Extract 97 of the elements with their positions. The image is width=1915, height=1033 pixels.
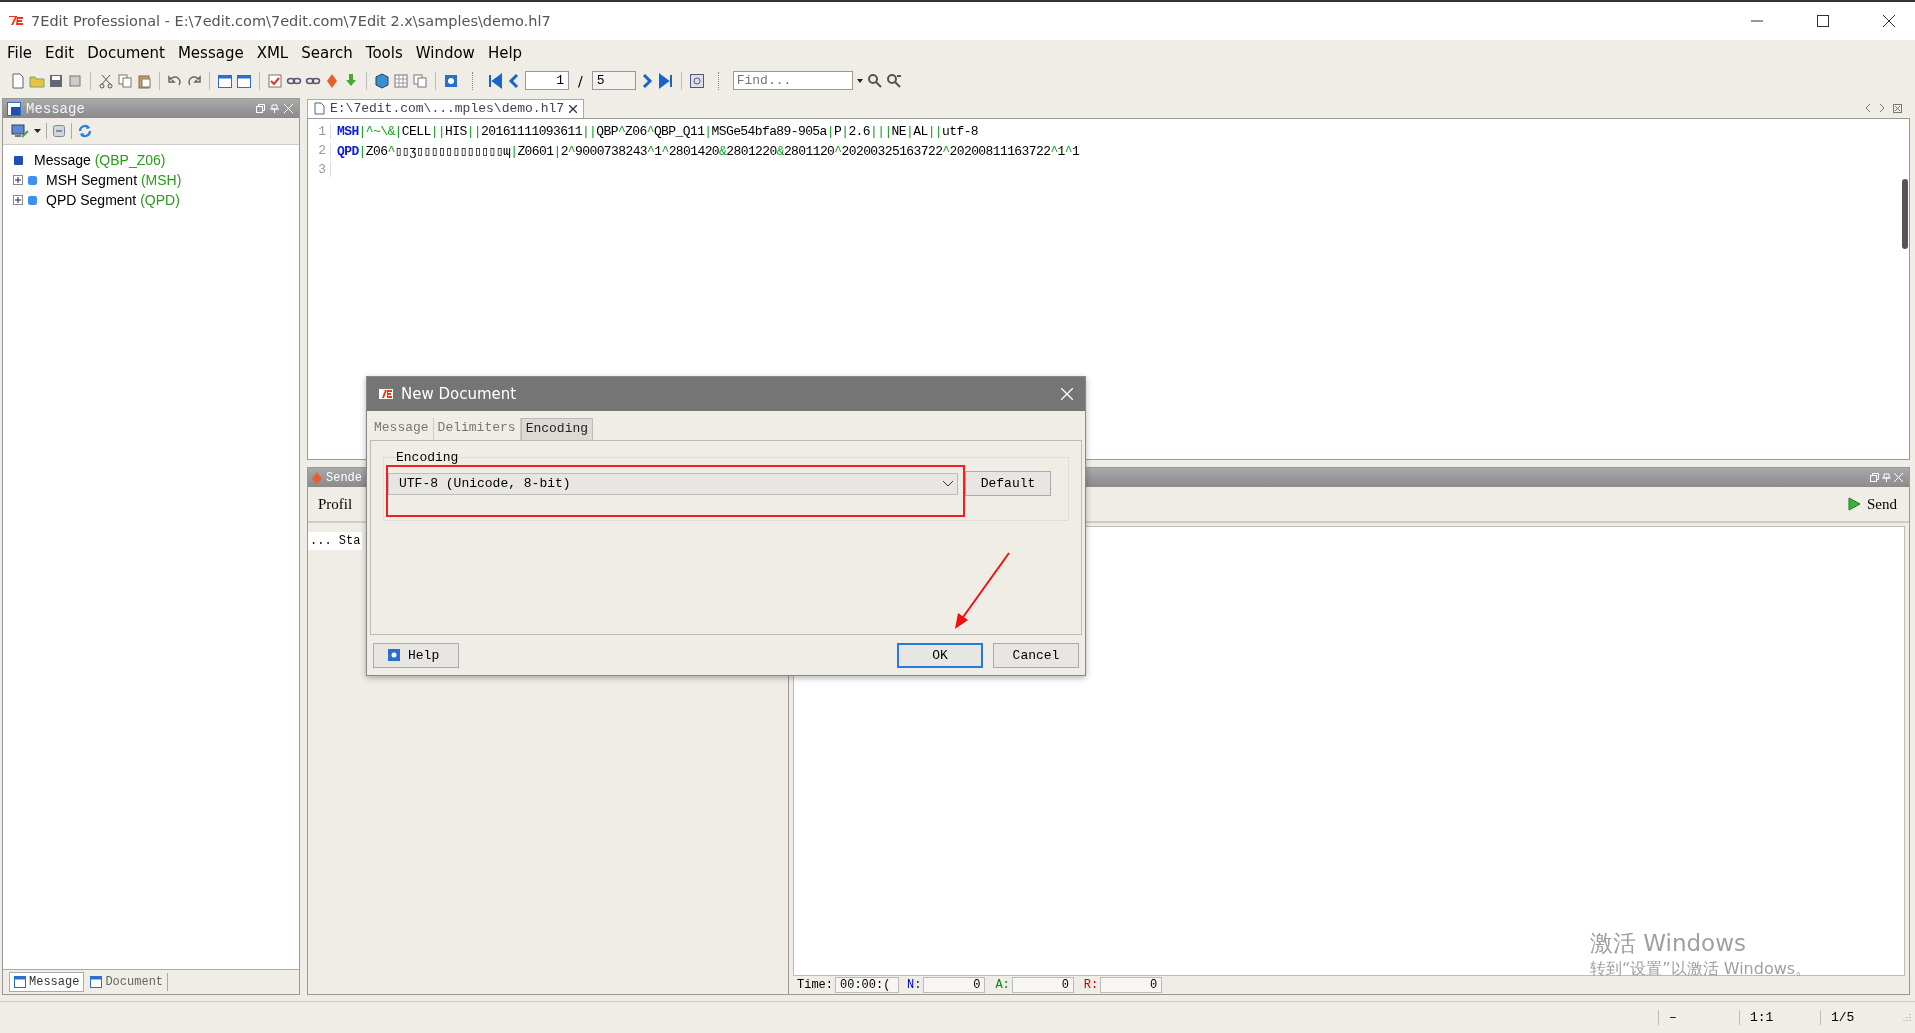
send-button[interactable]: Send <box>1846 493 1899 515</box>
group-label: Encoding <box>396 450 459 465</box>
search-next-icon[interactable] <box>885 72 902 89</box>
paste-icon[interactable] <box>136 72 152 89</box>
menu-item[interactable]: File <box>2 44 41 62</box>
counter-value: 00:00:( <box>835 977 899 993</box>
close-icon[interactable] <box>569 104 578 113</box>
ok-button[interactable]: OK <box>897 642 983 668</box>
window-icon[interactable] <box>236 72 252 89</box>
cube-icon[interactable] <box>374 72 390 89</box>
help-icon[interactable] <box>443 72 459 89</box>
dialog-tab[interactable]: Delimiters <box>433 418 521 440</box>
segment-node-icon <box>28 175 37 185</box>
menu-item[interactable]: Help <box>482 44 531 62</box>
counter-value: 0 <box>1100 977 1163 993</box>
save-icon[interactable] <box>48 72 64 89</box>
counter-label: R: <box>1083 978 1099 992</box>
counter-value: 0 <box>923 977 986 993</box>
line-number: 3 <box>308 162 331 177</box>
tree-item[interactable]: QPD Segment (QPD) <box>46 192 180 208</box>
collapse-icon[interactable] <box>52 124 66 138</box>
tree-item[interactable]: MSH Segment (MSH) <box>46 172 182 188</box>
log-text: ... Sta <box>308 532 363 550</box>
last-page-icon[interactable] <box>657 72 674 89</box>
line-number: 1 <box>308 124 331 139</box>
dialog-title: New Document <box>401 385 517 403</box>
cancel-button[interactable]: Cancel <box>993 642 1079 668</box>
restore-icon[interactable] <box>1870 473 1879 482</box>
message-panel-icon <box>7 101 21 116</box>
expand-icon[interactable] <box>13 174 24 186</box>
copy-icon[interactable] <box>412 72 428 89</box>
play-icon <box>1848 497 1861 511</box>
menu-item[interactable]: Window <box>410 44 483 62</box>
profile-label: Profil <box>318 495 353 513</box>
close-icon[interactable] <box>1883 15 1895 27</box>
counter-label: N: <box>907 978 922 992</box>
code-line: QPD|Z06^▯▯ʒ▯▯▯▯▯▯▯▯▯▯▯▯ɰ|Z0601|2^9000738243^1^2801420&2801220&2801120^20200325163722^20200811163722^1^1 <box>337 142 1080 159</box>
counter-label: Time: <box>797 978 833 992</box>
file-tab[interactable]: E:\7edit.com\...mples\demo.hl7 <box>307 98 585 118</box>
maximize-icon[interactable] <box>1817 15 1829 27</box>
restore-icon[interactable] <box>256 104 265 113</box>
dialog-tab[interactable]: Message <box>370 418 434 440</box>
page-count-field[interactable]: 5 <box>591 71 636 90</box>
panel-title: Message <box>26 100 85 117</box>
default-button[interactable]: Default <box>965 471 1051 496</box>
code-line: MSH|^~\&|CELL||HIS||20161111093611||QBP^Z06^QBP_Q11|MSGe54bfa89-905a|P|2.6|||NE|AL||utf-8 <box>337 124 979 139</box>
segment-node-icon <box>28 195 37 205</box>
dropdown-arrow-icon[interactable] <box>855 76 864 85</box>
resize-grip-icon <box>1901 1012 1911 1023</box>
menu-item[interactable]: XML <box>251 44 297 62</box>
scissors-icon[interactable] <box>98 72 114 89</box>
expand-icon[interactable] <box>13 194 24 206</box>
copy-icon[interactable] <box>117 72 133 89</box>
counter-value: 0 <box>1011 977 1074 993</box>
message-node-icon <box>14 155 23 165</box>
find-field[interactable]: Find... <box>732 71 853 90</box>
activation-text: 转到“设置”以激活 Windows。 <box>1590 959 1812 980</box>
window-icon[interactable] <box>217 72 233 89</box>
tree-item[interactable]: Message (QBP_Z06) <box>34 152 166 168</box>
window-icon <box>14 976 26 988</box>
scroll-left-icon[interactable] <box>1865 104 1871 112</box>
pin-icon[interactable] <box>1882 473 1891 482</box>
line-number: 2 <box>308 143 331 158</box>
help-button[interactable]: Help <box>373 642 459 668</box>
app-logo-icon <box>379 389 393 399</box>
menu-item[interactable]: Edit <box>40 44 83 62</box>
status-text: 1/5 <box>1820 1010 1901 1025</box>
menu-item[interactable]: Search <box>296 44 361 62</box>
window-icon <box>90 976 103 988</box>
page-number-field[interactable]: 1 <box>525 71 569 90</box>
status-text: – <box>1658 1010 1739 1025</box>
computer-edit-icon[interactable] <box>11 123 29 139</box>
new-document-icon[interactable] <box>10 72 26 89</box>
status-text: 1:1 <box>1739 1010 1820 1025</box>
refresh-icon[interactable] <box>77 123 93 139</box>
menu-item[interactable]: Tools <box>360 44 411 62</box>
help-icon <box>388 649 400 661</box>
panel-title: Sende <box>326 470 362 485</box>
page-separator: / <box>578 72 583 89</box>
menu-item[interactable]: Document <box>82 44 173 62</box>
file-icon <box>314 102 325 115</box>
window-title: 7Edit Professional - E:\7edit.com\7edit.com\7Edit 2.x\samples\demo.hl7 <box>31 13 551 29</box>
panel-tab[interactable]: Document <box>86 973 169 991</box>
first-page-icon[interactable] <box>487 72 503 89</box>
panel-tab[interactable]: Message <box>9 972 85 992</box>
chevron-down-icon <box>943 480 953 487</box>
menu-item[interactable]: Message <box>172 44 252 62</box>
dialog-tab[interactable]: Encoding <box>520 418 594 440</box>
scroll-right-icon[interactable] <box>1879 104 1885 112</box>
counter-label: A: <box>995 978 1010 992</box>
dropdown-arrow-icon[interactable] <box>34 128 41 134</box>
pin-icon[interactable] <box>270 104 279 113</box>
checkmark-icon[interactable] <box>267 72 283 89</box>
search-icon[interactable] <box>866 72 883 89</box>
zoom-icon[interactable] <box>688 72 705 89</box>
encoding-dropdown[interactable]: UTF-8 (Unicode, 8-bit) <box>388 472 958 495</box>
activation-title: 激活 Windows <box>1590 929 1747 958</box>
